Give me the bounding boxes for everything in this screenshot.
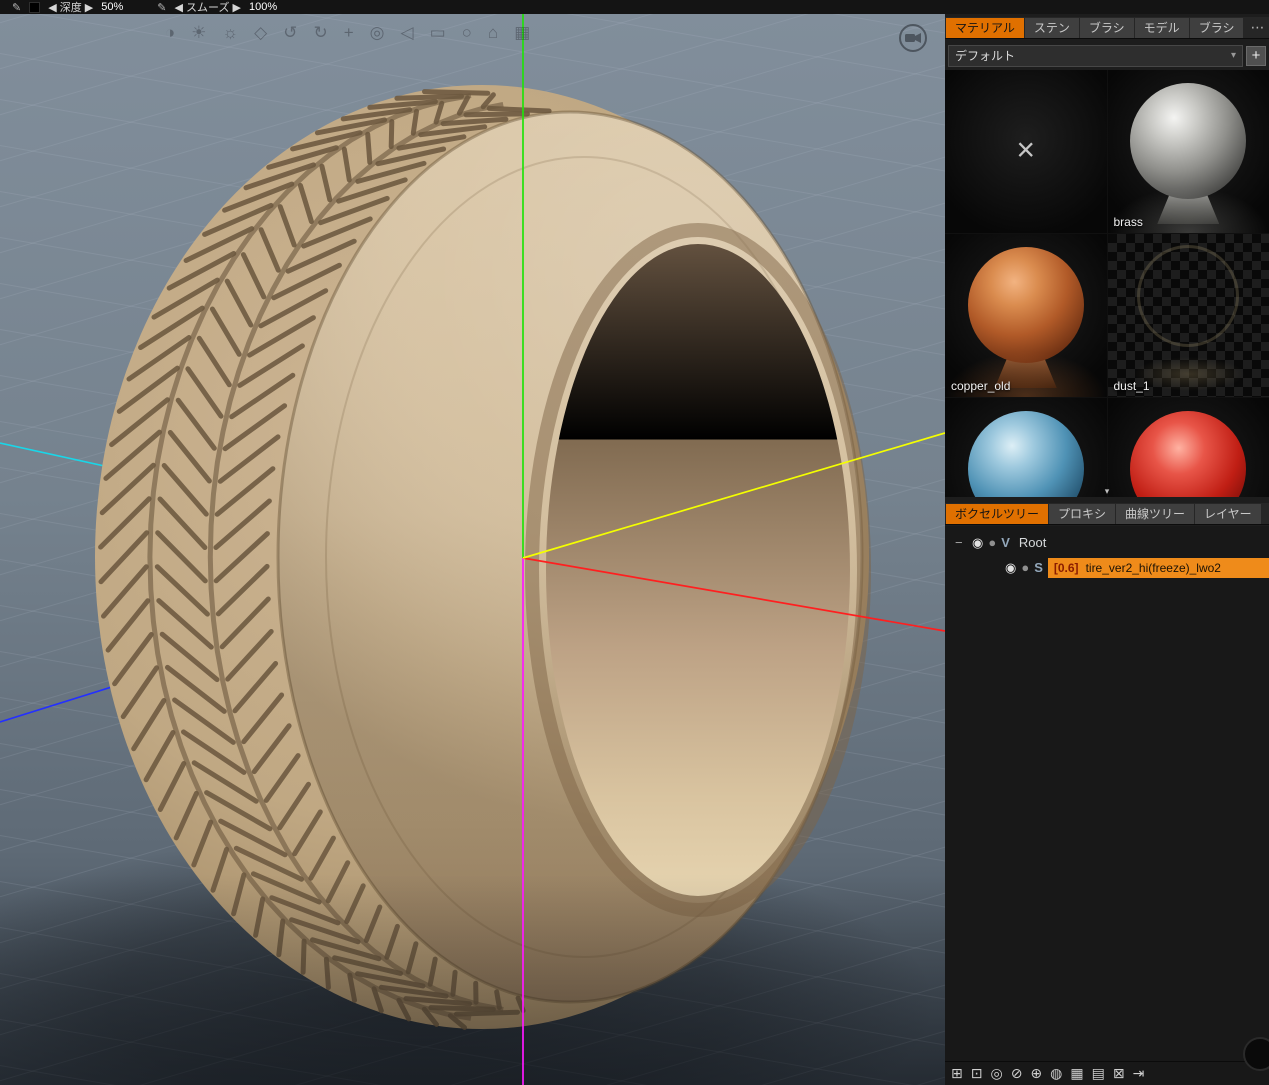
shading-icon[interactable]: ◑: [165, 22, 175, 44]
dust-ring: [1137, 244, 1240, 347]
mode-letter[interactable]: V: [1001, 535, 1010, 550]
rotate-ccw-icon[interactable]: ↺: [283, 22, 297, 44]
material-sphere: [967, 411, 1084, 497]
smooth-value[interactable]: 100%: [249, 1, 277, 13]
item-density-value: [0.6]: [1053, 560, 1079, 575]
light-icon[interactable]: ☀: [191, 22, 206, 44]
pan-icon[interactable]: +: [344, 22, 354, 44]
material-none[interactable]: ×: [945, 70, 1107, 233]
material-preset-row: デフォルト ▾ +: [945, 41, 1269, 67]
export-icon[interactable]: ⇥: [1133, 1065, 1145, 1082]
brightness-icon[interactable]: ☼: [223, 22, 239, 44]
grid-toggle-icon[interactable]: ▦: [514, 22, 530, 44]
chevron-down-icon: ▾: [1230, 50, 1236, 61]
shader-icon[interactable]: ◍: [1050, 1065, 1062, 1082]
brush-pen-icon[interactable]: ✎: [12, 1, 21, 14]
scroll-down-arrow[interactable]: ▾: [945, 486, 1269, 498]
duplicate-icon[interactable]: ⊡: [971, 1065, 983, 1082]
rotate-cw-icon[interactable]: ↻: [313, 22, 327, 44]
tab-voxel-tree[interactable]: ボクセルツリー: [946, 504, 1049, 524]
material-dust-1[interactable]: dust_1: [1107, 234, 1269, 397]
smooth-control[interactable]: ◀ スムーズ ▶: [175, 0, 241, 14]
material-tab-bar: マテリアル ステン ブラシ モデル ブラシ ⋯: [945, 17, 1269, 39]
voxel-tree: − ◉ ● V Root ◉ ● S [0.6] tire_ver2_hi(fr…: [945, 526, 1269, 1062]
top-toolbar: ✎ ◀ 深度 ▶ 50% ✎ ◀ スムーズ ▶ 100%: [0, 0, 1269, 14]
add-volume-icon[interactable]: ⊞: [951, 1065, 963, 1082]
tab-stencil[interactable]: ステン: [1024, 18, 1079, 38]
frame-icon[interactable]: ▭: [430, 22, 446, 44]
material-icon[interactable]: ◇: [254, 22, 267, 44]
tab-proxy[interactable]: プロキシ: [1049, 504, 1116, 524]
material-blue[interactable]: [945, 398, 1107, 497]
shader-ball-icon[interactable]: ●: [1021, 560, 1029, 575]
brush-alpha-swatch[interactable]: [29, 1, 41, 13]
viewport-3d[interactable]: ◑ ☀ ☼ ◇ ↺ ↻ + ◎ ◁ ▭ ○ ⌂ ▦: [0, 14, 945, 1085]
circle-select-icon[interactable]: ○: [462, 22, 472, 44]
material-sphere: [967, 247, 1084, 363]
add-material-button[interactable]: +: [1246, 45, 1266, 66]
camera-icon: [899, 24, 927, 52]
tab-material[interactable]: マテリアル: [946, 18, 1024, 38]
depth-control[interactable]: ◀ 深度 ▶: [48, 0, 93, 14]
viewport-canvas[interactable]: [0, 14, 945, 1085]
tree-row-tire[interactable]: ◉ ● S [0.6] tire_ver2_hi(freeze)_lwo2: [945, 555, 1269, 580]
corner-widget[interactable]: [1243, 1037, 1269, 1071]
material-label: brass: [1113, 215, 1143, 229]
tree-row-root[interactable]: − ◉ ● V Root: [945, 530, 1269, 555]
hide-volume-icon[interactable]: ⊘: [1011, 1065, 1023, 1082]
zoom-icon[interactable]: ◎: [370, 22, 385, 44]
merge-icon[interactable]: ⊕: [1030, 1065, 1042, 1082]
select-icon[interactable]: ◁: [400, 22, 413, 44]
list-icon[interactable]: ▤: [1092, 1065, 1105, 1082]
tree-node-label[interactable]: Root: [1019, 535, 1046, 550]
app-window: ✎ ◀ 深度 ▶ 50% ✎ ◀ スムーズ ▶ 100% ◑ ☀ ☼ ◇ ↺ ↻…: [0, 0, 1269, 1085]
tab-curve-tree[interactable]: 曲線ツリー: [1116, 504, 1195, 524]
material-brass[interactable]: brass: [1107, 70, 1269, 233]
material-grid: × brass copper_old dust_1: [945, 70, 1269, 497]
floor-darken: [0, 874, 945, 1085]
selected-tree-item[interactable]: [0.6] tire_ver2_hi(freeze)_lwo2: [1047, 557, 1269, 578]
preset-value: デフォルト: [955, 49, 1016, 63]
voxtree-toolbar: ⊞ ⊡ ◎ ⊘ ⊕ ◍ ▦ ▤ ⊠ ⇥: [945, 1061, 1269, 1085]
camera-button[interactable]: [897, 22, 929, 54]
smooth-pen-icon[interactable]: ✎: [157, 1, 166, 14]
visibility-icon[interactable]: ◉: [972, 535, 983, 551]
tab-model[interactable]: モデル: [1134, 18, 1189, 38]
more-tabs-icon[interactable]: ⋯: [1244, 18, 1269, 38]
material-label: copper_old: [951, 379, 1011, 393]
grid-tool-icon[interactable]: ▦: [1070, 1065, 1083, 1082]
viewport-toolbar: ◑ ☀ ☼ ◇ ↺ ↻ + ◎ ◁ ▭ ○ ⌂ ▦: [165, 22, 530, 44]
material-sphere: [1130, 411, 1247, 497]
right-panel: マテリアル ステン ブラシ モデル ブラシ ⋯ デフォルト ▾ + × bras…: [945, 14, 1269, 1085]
tab-brush-2[interactable]: ブラシ: [1189, 18, 1244, 38]
no-material-icon: ×: [1016, 130, 1036, 167]
material-preset-dropdown[interactable]: デフォルト ▾: [948, 44, 1243, 67]
visibility-icon[interactable]: ◉: [1005, 560, 1016, 576]
delete-icon[interactable]: ⊠: [1113, 1065, 1125, 1082]
depth-value[interactable]: 50%: [101, 1, 123, 13]
material-label: dust_1: [1113, 379, 1150, 393]
dust-blob: [1133, 357, 1246, 391]
item-name: tire_ver2_hi(freeze)_lwo2: [1085, 560, 1221, 575]
tree-tab-bar: ボクセルツリー プロキシ 曲線ツリー レイヤー: [945, 503, 1269, 525]
shader-ball-icon[interactable]: ●: [988, 535, 996, 550]
home-view-icon[interactable]: ⌂: [488, 22, 498, 44]
tab-layers[interactable]: レイヤー: [1195, 504, 1261, 524]
sphere-tool-icon[interactable]: ◎: [990, 1065, 1002, 1082]
tab-brush[interactable]: ブラシ: [1079, 18, 1134, 38]
material-red[interactable]: [1107, 398, 1269, 497]
material-sphere: [1130, 83, 1247, 199]
collapse-toggle[interactable]: −: [955, 535, 967, 550]
material-copper-old[interactable]: copper_old: [945, 234, 1107, 397]
mode-letter[interactable]: S: [1034, 560, 1043, 575]
